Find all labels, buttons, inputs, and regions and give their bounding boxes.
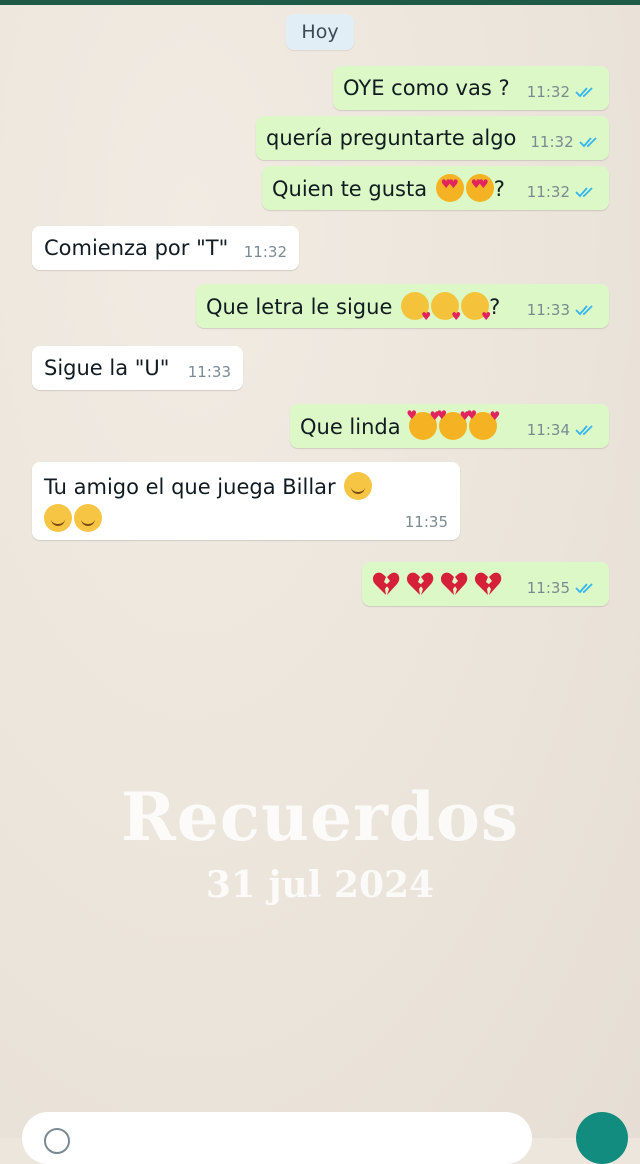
message-text: Que letra le sigue — [206, 295, 393, 319]
smiling-face-emoji-icon — [44, 504, 72, 532]
message-time: 11:32 — [526, 183, 570, 201]
watermark-date: 31 jul 2024 — [205, 864, 435, 906]
message-incoming[interactable]: Sigue la "U" 11:33 — [32, 346, 243, 390]
message-content: Que letra le sigue ? — [206, 292, 513, 323]
date-separator: Hoy — [286, 14, 354, 50]
read-ticks-icon — [578, 137, 597, 148]
read-ticks-icon — [575, 425, 593, 436]
broken-heart-emoji-icon — [406, 572, 434, 595]
message-content: Tu amigo el que juega Billar — [44, 472, 373, 500]
message-text: Sigue la "U" — [44, 356, 170, 380]
read-ticks-icon — [575, 305, 593, 316]
message-content — [372, 571, 513, 597]
message-text: Quien te gusta — [272, 177, 428, 201]
kissing-face-emoji-icon — [431, 292, 461, 323]
watermark-title: Recuerdos — [120, 778, 520, 856]
message-text: OYE como vas ? — [343, 76, 510, 100]
message-outgoing[interactable]: quería preguntarte algo 11:32 — [256, 116, 609, 160]
microphone-button[interactable] — [576, 1112, 628, 1164]
kissing-face-emoji-icon — [461, 292, 491, 323]
message-time: 11:32 — [243, 243, 287, 261]
broken-heart-emoji-icon — [440, 572, 468, 595]
message-text: Tu amigo el que juega Billar — [44, 475, 336, 499]
message-time: 11:33 — [187, 363, 231, 381]
read-ticks-icon — [575, 87, 593, 98]
heart-eyes-emoji-icon — [465, 174, 494, 202]
message-text: Comienza por "T" — [44, 236, 229, 260]
app-header-strip — [0, 0, 640, 5]
smiling-face-with-hearts-emoji-icon — [436, 408, 470, 440]
message-outgoing[interactable]: Quien te gusta ? 11:32 — [262, 166, 609, 210]
message-text: quería preguntarte algo — [266, 126, 517, 150]
emoji-picker-icon[interactable] — [44, 1128, 70, 1154]
message-input-field[interactable] — [22, 1112, 532, 1164]
message-time: 11:32 — [530, 133, 574, 151]
message-time: 11:35 — [526, 579, 570, 597]
message-time: 11:35 — [404, 513, 448, 531]
message-time: 11:32 — [526, 83, 570, 101]
kissing-face-emoji-icon — [401, 292, 431, 323]
message-incoming[interactable]: Comienza por "T" 11:32 — [32, 226, 299, 270]
message-content: Que linda — [300, 408, 513, 440]
message-outgoing[interactable]: Que linda 11:34 — [290, 404, 609, 448]
message-incoming[interactable]: Tu amigo el que juega Billar 11:35 — [32, 462, 460, 540]
message-outgoing[interactable]: 11:35 — [362, 562, 609, 606]
smiling-face-emoji-icon — [344, 472, 373, 500]
smiling-face-with-hearts-emoji-icon — [406, 408, 440, 440]
message-time: 11:34 — [526, 421, 570, 439]
message-outgoing[interactable]: Que letra le sigue ? 11:33 — [196, 284, 609, 328]
heart-eyes-emoji-icon — [435, 174, 464, 202]
smiling-face-emoji-icon — [74, 504, 102, 532]
read-ticks-icon — [575, 583, 593, 594]
broken-heart-emoji-icon — [474, 572, 502, 595]
message-outgoing[interactable]: OYE como vas ? 11:32 — [333, 66, 609, 110]
broken-heart-emoji-icon — [372, 572, 400, 595]
message-suffix: ? — [493, 177, 505, 201]
message-text: Que linda — [300, 415, 401, 439]
message-content: Quien te gusta ? — [272, 174, 513, 202]
smiling-face-with-hearts-emoji-icon — [466, 408, 500, 440]
read-ticks-icon — [575, 187, 593, 198]
message-time: 11:33 — [526, 301, 570, 319]
